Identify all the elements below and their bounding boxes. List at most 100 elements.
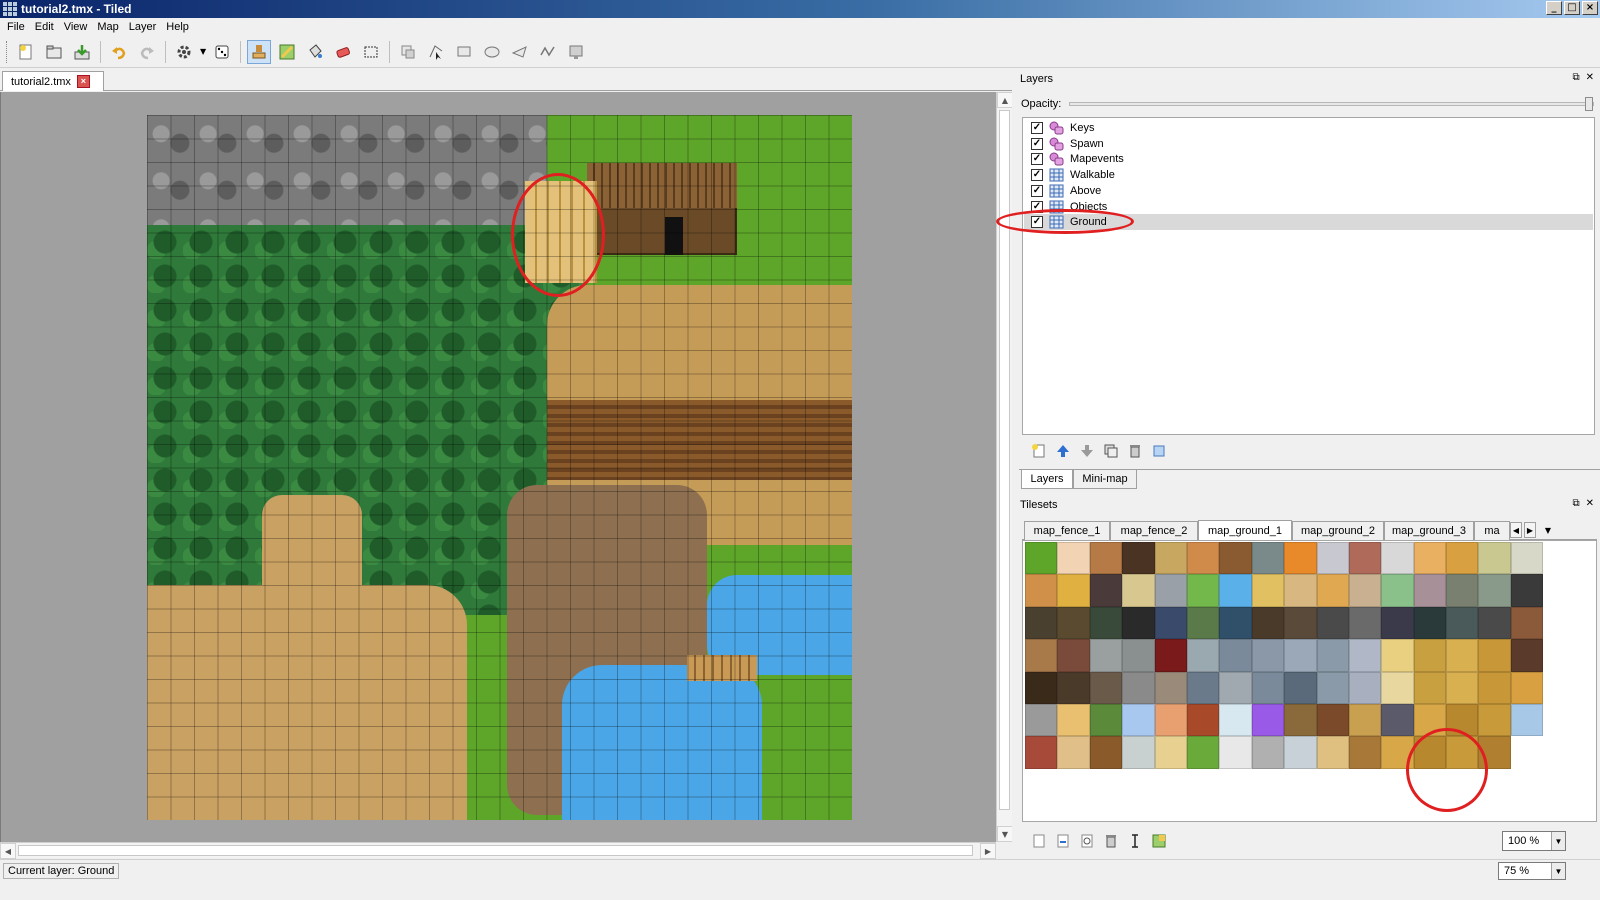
tileset-tile[interactable] xyxy=(1348,606,1382,640)
map-zoom-combo[interactable]: 75 % ▼ xyxy=(1498,862,1566,880)
tileset-tile[interactable] xyxy=(1478,703,1511,737)
import-tileset-button[interactable] xyxy=(1054,832,1072,850)
menu-file[interactable]: File xyxy=(4,21,32,33)
tileset-tab-ma[interactable]: ma xyxy=(1474,521,1510,540)
tileset-tile[interactable] xyxy=(1316,606,1349,640)
layer-visibility-checkbox[interactable]: ✓ xyxy=(1031,184,1043,197)
tileset-tile[interactable] xyxy=(1089,639,1123,672)
tileset-tile[interactable] xyxy=(1025,574,1058,607)
lower-layer-button[interactable] xyxy=(1078,442,1096,460)
tileset-tile[interactable] xyxy=(1025,736,1058,769)
insert-polygon-button[interactable] xyxy=(508,40,532,64)
tileset-tile[interactable] xyxy=(1219,703,1252,737)
tileset-tile[interactable] xyxy=(1478,574,1511,607)
insert-tile-button[interactable] xyxy=(564,40,588,64)
tileset-tile[interactable] xyxy=(1219,736,1252,769)
tileset-tab-map-ground-3[interactable]: map_ground_3 xyxy=(1384,521,1474,540)
tileset-tile[interactable] xyxy=(1446,639,1479,672)
tileset-tile[interactable] xyxy=(1089,736,1123,769)
layer-row-above[interactable]: ✓ Above xyxy=(1024,183,1593,199)
tileset-tile[interactable] xyxy=(1122,639,1155,672)
tileset-tile[interactable] xyxy=(1219,542,1252,575)
tileset-tile[interactable] xyxy=(1186,703,1220,737)
tileset-tile[interactable] xyxy=(1089,574,1123,607)
tileset-tile[interactable] xyxy=(1057,542,1090,575)
tileset-tile[interactable] xyxy=(1186,671,1220,704)
tileset-tile[interactable] xyxy=(1186,606,1220,640)
chevron-down-icon[interactable]: ▼ xyxy=(1551,863,1565,879)
insert-ellipse-button[interactable] xyxy=(480,40,504,64)
tileset-tile[interactable] xyxy=(1251,703,1285,737)
duplicate-layer-button[interactable] xyxy=(1102,442,1120,460)
tileset-tile[interactable] xyxy=(1186,542,1220,575)
tileset-tile[interactable] xyxy=(1122,703,1155,737)
tileset-tile[interactable] xyxy=(1186,639,1220,672)
tileset-tile[interactable] xyxy=(1284,736,1317,769)
tileset-tile[interactable] xyxy=(1025,542,1058,575)
tileset-tile[interactable] xyxy=(1381,606,1414,640)
tab-scroll-left-icon[interactable]: ◀ xyxy=(1510,522,1522,538)
layer-visibility-checkbox[interactable]: ✓ xyxy=(1031,169,1043,182)
tileset-tile[interactable] xyxy=(1413,542,1447,575)
tileset-tile[interactable] xyxy=(1284,606,1317,640)
tileset-tile[interactable] xyxy=(1154,542,1187,575)
tileset-tile[interactable] xyxy=(1348,736,1382,769)
tileset-tile[interactable] xyxy=(1446,574,1479,607)
menu-edit[interactable]: Edit xyxy=(32,21,61,33)
layer-row-keys[interactable]: ✓ Keys xyxy=(1024,120,1593,136)
tileset-tile[interactable] xyxy=(1413,574,1447,607)
layer-visibility-checkbox[interactable]: ✓ xyxy=(1031,122,1043,134)
tileset-tile[interactable] xyxy=(1381,574,1414,607)
tileset-tile[interactable] xyxy=(1251,639,1285,672)
map-canvas[interactable] xyxy=(0,92,996,842)
tileset-tile[interactable] xyxy=(1478,671,1511,704)
select-objects-button[interactable] xyxy=(396,40,420,64)
tileset-tile[interactable] xyxy=(1025,639,1058,672)
tileset-tile[interactable] xyxy=(1122,606,1155,640)
tileset-tile[interactable] xyxy=(1122,671,1155,704)
menu-help[interactable]: Help xyxy=(163,21,196,33)
tileset-tile[interactable] xyxy=(1122,542,1155,575)
undo-button[interactable] xyxy=(107,40,131,64)
menu-map[interactable]: Map xyxy=(94,21,125,33)
tileset-tile[interactable] xyxy=(1122,574,1155,607)
tileset-tile[interactable] xyxy=(1089,606,1123,640)
document-tab[interactable]: tutorial2.tmx × xyxy=(2,71,104,91)
tileset-tile[interactable] xyxy=(1316,671,1349,704)
tileset-tile[interactable] xyxy=(1089,703,1123,737)
insert-polyline-button[interactable] xyxy=(536,40,560,64)
tile-map[interactable] xyxy=(147,115,852,820)
tileset-tile[interactable] xyxy=(1316,639,1349,672)
tileset-tile[interactable] xyxy=(1446,606,1479,640)
tab-layers[interactable]: Layers xyxy=(1021,470,1073,489)
tileset-tile[interactable] xyxy=(1348,671,1382,704)
scroll-left-icon[interactable]: ◀ xyxy=(0,843,16,859)
tileset-tile[interactable] xyxy=(1154,703,1187,737)
tileset-tile[interactable] xyxy=(1348,542,1382,575)
tileset-tile[interactable] xyxy=(1510,574,1544,607)
layer-row-mapevents[interactable]: ✓ Mapevents xyxy=(1024,151,1593,167)
chevron-down-icon[interactable]: ▼ xyxy=(1551,832,1565,850)
tileset-tile[interactable] xyxy=(1089,671,1123,704)
tileset-tab-map-fence-1[interactable]: map_fence_1 xyxy=(1024,521,1110,540)
stamp-brush-button[interactable] xyxy=(247,39,271,64)
tileset-tile[interactable] xyxy=(1348,639,1382,672)
tileset-tile[interactable] xyxy=(1348,703,1382,737)
close-tab-icon[interactable]: × xyxy=(76,75,90,88)
layer-properties-button[interactable] xyxy=(1150,442,1168,460)
layer-row-spawn[interactable]: ✓ Spawn xyxy=(1024,136,1593,152)
opacity-slider-handle[interactable] xyxy=(1585,97,1593,111)
layer-row-walkable[interactable]: ✓ Walkable xyxy=(1024,167,1593,183)
eraser-button[interactable] xyxy=(331,40,355,64)
tileset-tile[interactable] xyxy=(1413,606,1447,640)
tileset-tile[interactable] xyxy=(1381,703,1414,737)
tileset-tile[interactable] xyxy=(1316,736,1349,769)
tileset-tile[interactable] xyxy=(1219,639,1252,672)
commands-button[interactable] xyxy=(172,40,196,64)
open-file-button[interactable] xyxy=(42,40,66,64)
layer-visibility-checkbox[interactable]: ✓ xyxy=(1031,137,1043,150)
tileset-tile[interactable] xyxy=(1057,606,1090,640)
tileset-tab-map-ground-2[interactable]: map_ground_2 xyxy=(1292,521,1384,540)
scroll-up-icon[interactable]: ▲ xyxy=(997,92,1013,108)
tileset-tile[interactable] xyxy=(1478,542,1511,575)
